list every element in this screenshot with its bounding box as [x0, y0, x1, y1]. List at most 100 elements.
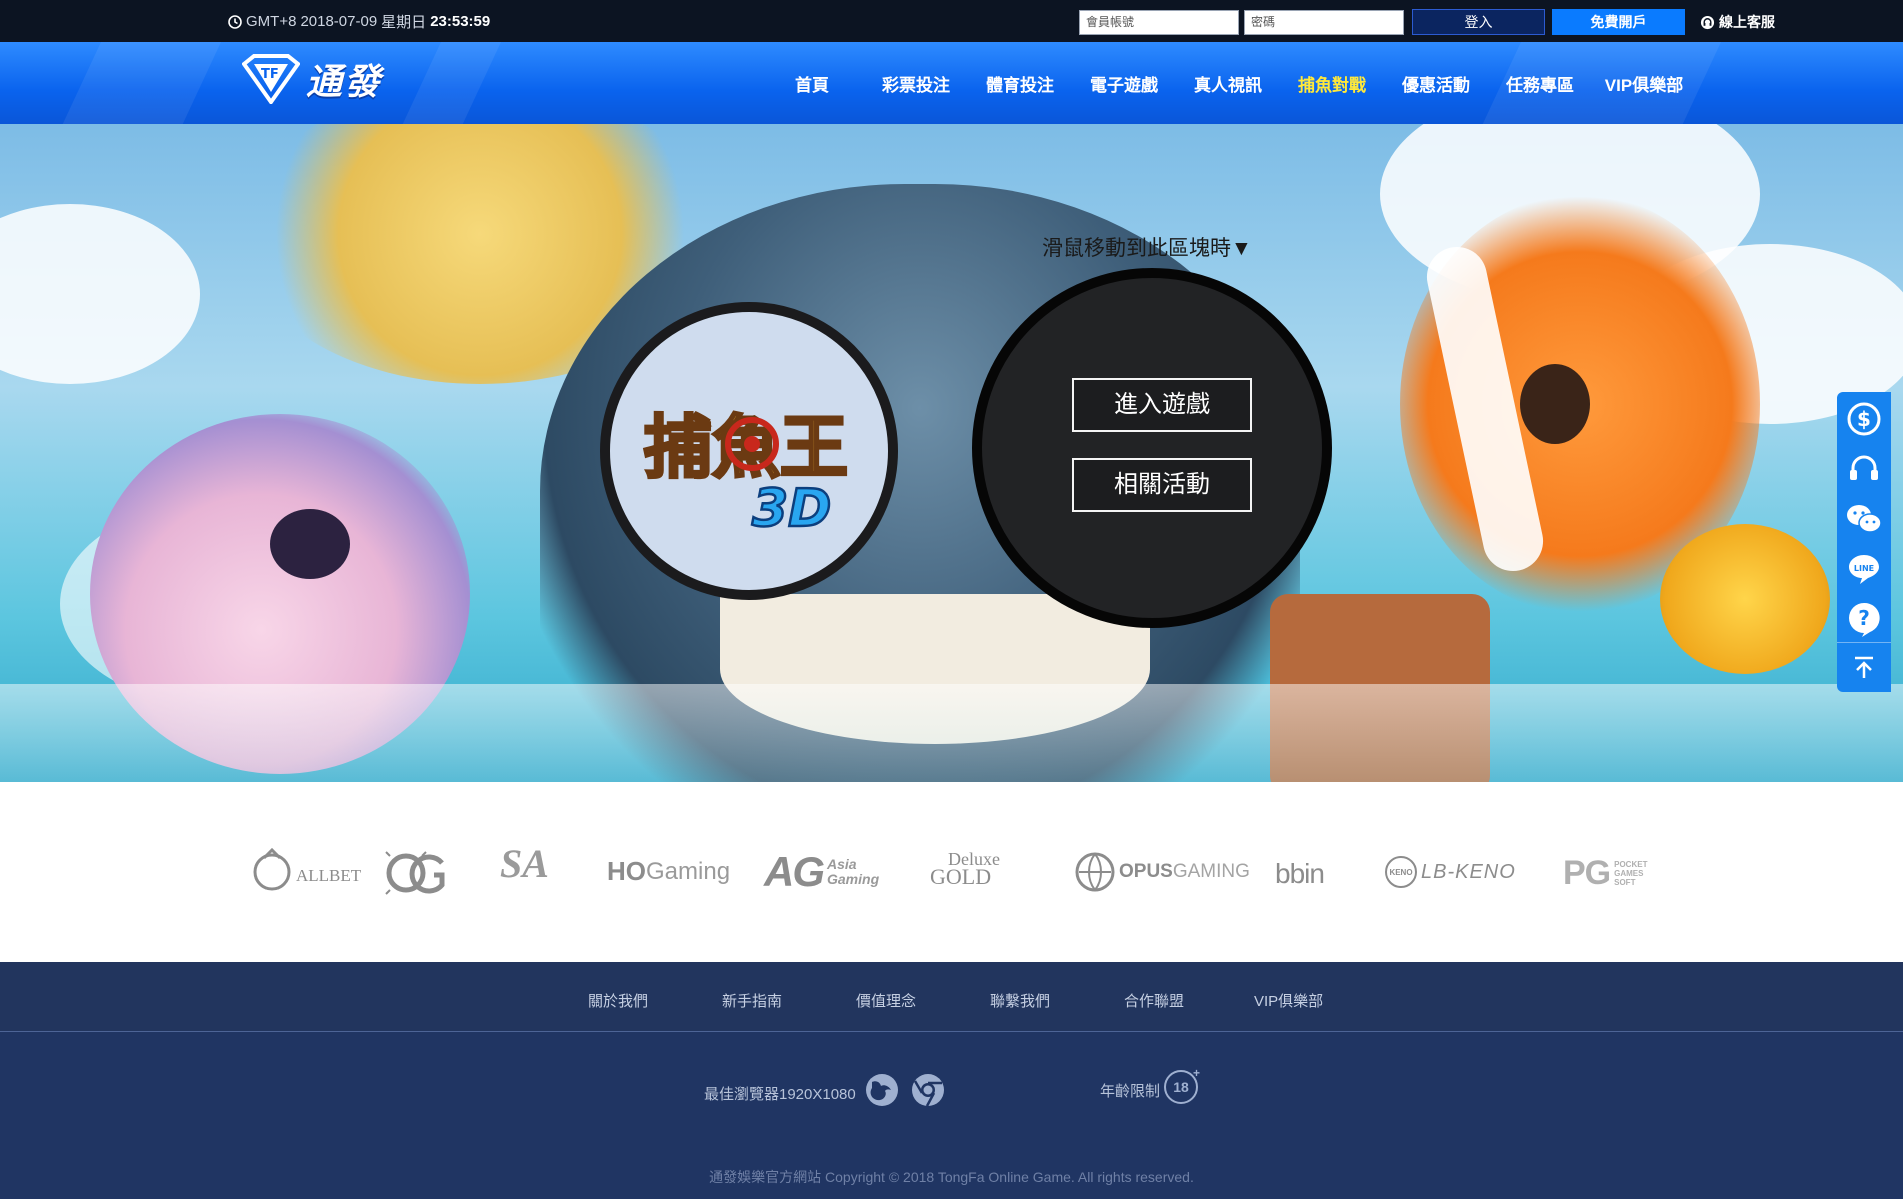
footer-link-5[interactable]: VIP俱樂部 [1254, 990, 1323, 1011]
svg-text:$: $ [1857, 407, 1871, 431]
footer-link-0[interactable]: 關於我們 [588, 990, 648, 1011]
keno-badge: KENO [1385, 856, 1417, 888]
clock-icon [228, 14, 242, 29]
partner-opus-gaming[interactable]: OPUS GAMING [1075, 852, 1250, 892]
support-dock-button[interactable] [1837, 444, 1891, 494]
svg-text:?: ? [1858, 606, 1870, 630]
partner-deluxe-gold[interactable]: Deluxe GOLD [930, 850, 1000, 889]
dollar-icon: $ [1847, 402, 1881, 436]
nav-item-2[interactable]: 體育投注 [968, 71, 1072, 96]
footer-link-4[interactable]: 合作聯盟 [1124, 990, 1184, 1011]
plus-icon: + [1192, 1066, 1200, 1080]
partner-allbet[interactable]: ALLBET [252, 846, 361, 892]
online-support-label: 線上客服 [1719, 14, 1775, 30]
bbin-text: bbin [1275, 858, 1325, 889]
ho-gaming-text: Gaming [646, 857, 731, 885]
age-18-badge-text: 18 [1173, 1079, 1189, 1095]
game-logo-circle[interactable]: 捕魚王 3D [600, 302, 898, 600]
password-field[interactable]: 密碼 [1244, 9, 1404, 35]
back-to-top-button[interactable] [1837, 642, 1891, 692]
partner-bbin[interactable]: bbin [1275, 858, 1325, 890]
deluxe-gold-text: Deluxe GOLD [930, 850, 1000, 889]
partner-lb-keno[interactable]: KENO LB-KENO [1385, 856, 1516, 888]
partner-og[interactable]: OG [384, 848, 446, 898]
partner-sa[interactable]: SA [500, 840, 549, 887]
copyright-text: 通發娛樂官方網站 Copyright © 2018 TongFa Online … [709, 1169, 1194, 1185]
line-dock-button[interactable]: LINE [1837, 544, 1891, 594]
best-browser-text: 最佳瀏覽器1920X1080 [704, 1086, 856, 1103]
help-dock-button[interactable]: ? [1837, 594, 1891, 644]
login-button[interactable]: 登入 [1412, 9, 1545, 35]
timezone: GMT+8 [246, 13, 297, 30]
game-menu-circle: 進入遊戲 相關活動 [972, 268, 1332, 628]
allbet-text: ALLBET [296, 866, 362, 885]
page: GMT+8 2018-07-09 星期日 23:53:59 會員帳號 密碼 登入… [0, 0, 1903, 1199]
back-to-top-icon [1855, 656, 1873, 678]
footer-link-1[interactable]: 新手指南 [722, 990, 782, 1011]
side-dock: $ LINE ? [1837, 392, 1891, 692]
online-support-link[interactable]: 線上客服 [1700, 12, 1775, 32]
partner-pg-soft[interactable]: PG POCKET GAMES SOFT [1563, 854, 1647, 893]
headset-icon [1850, 455, 1878, 480]
ho-text: HO [607, 856, 646, 886]
chrome-icon [912, 1074, 944, 1107]
clock: GMT+8 2018-07-09 星期日 23:53:59 [228, 11, 490, 32]
opus-globe-icon [1075, 852, 1115, 892]
line-icon: LINE [1849, 555, 1879, 584]
username-field[interactable]: 會員帳號 [1079, 9, 1239, 35]
nav-decor [389, 42, 511, 124]
pg-sub-1: POCKET [1614, 860, 1648, 869]
allbet-emblem-icon [253, 847, 291, 891]
water-waves-art [0, 684, 1903, 782]
nav-item-5[interactable]: 捕魚對戰 [1280, 71, 1384, 96]
date: 2018-07-09 [300, 13, 378, 30]
age-limit-text: 年齡限制 [1100, 1083, 1161, 1100]
weekday: 星期日 [381, 14, 427, 31]
footer-link-2[interactable]: 價值理念 [856, 990, 916, 1011]
cloud [0, 204, 200, 384]
opus-text: OPUS [1119, 861, 1173, 882]
nav-item-0[interactable]: 首頁 [760, 71, 864, 96]
firefox-icon [866, 1074, 898, 1106]
nav-item-8[interactable]: VIP俱樂部 [1592, 71, 1696, 96]
nav-item-6[interactable]: 優惠活動 [1384, 71, 1488, 96]
wechat-dock-button[interactable] [1837, 494, 1891, 544]
lb-keno-text: LB-KENO [1421, 860, 1516, 883]
pg-sub: POCKET GAMES SOFT [1614, 860, 1647, 887]
nav-item-3[interactable]: 電子遊戲 [1072, 71, 1176, 96]
top-bar: GMT+8 2018-07-09 星期日 23:53:59 會員帳號 密碼 登入… [0, 0, 1903, 42]
hover-hint: 滑鼠移動到此區塊時▼ [1042, 237, 1252, 260]
footer-link-3[interactable]: 聯繫我們 [990, 990, 1050, 1011]
deposit-dock-button[interactable]: $ [1837, 394, 1891, 444]
sa-text: SA [500, 841, 549, 886]
pg-text: PG [1563, 854, 1611, 892]
nav-item-1[interactable]: 彩票投注 [864, 71, 968, 96]
fishing-king-3d-logo: 捕魚王 3D [643, 408, 850, 537]
ag-sub-2: Gaming [827, 871, 880, 887]
ag-text: AG [764, 848, 825, 895]
age-18-badge: 18 + [1164, 1066, 1200, 1104]
partner-asia-gaming[interactable]: AG Asia Gaming [764, 848, 879, 896]
clownfish-eye-art [1520, 364, 1590, 444]
nav-item-7[interactable]: 任務專區 [1488, 71, 1592, 96]
logo-text: 通發 [306, 62, 383, 103]
help-icon: ? [1849, 602, 1880, 637]
svg-text:TF: TF [261, 67, 279, 82]
line-icon-text: LINE [1854, 564, 1874, 573]
register-button[interactable]: 免費開戶 [1552, 9, 1685, 35]
nav-item-4[interactable]: 真人視訊 [1176, 71, 1280, 96]
og-emblem-icon [385, 851, 445, 895]
ag-sub: Asia Gaming [827, 857, 879, 887]
pg-sub-2: GAMES [1614, 869, 1644, 878]
wechat-icon [1847, 505, 1882, 533]
partner-ho-gaming[interactable]: HO Gaming [607, 856, 730, 887]
gold-coin-art [1660, 524, 1830, 674]
enter-game-button[interactable]: 進入遊戲 [1072, 378, 1252, 432]
nav-decor [49, 42, 231, 124]
fishing-game-banner [0, 124, 1903, 782]
related-events-button[interactable]: 相關活動 [1072, 458, 1252, 512]
gold-text: GOLD [930, 864, 992, 889]
opus-gaming-text: GAMING [1172, 861, 1250, 882]
time: 23:53:59 [430, 13, 491, 30]
site-logo[interactable]: TF 通發 [242, 53, 382, 105]
